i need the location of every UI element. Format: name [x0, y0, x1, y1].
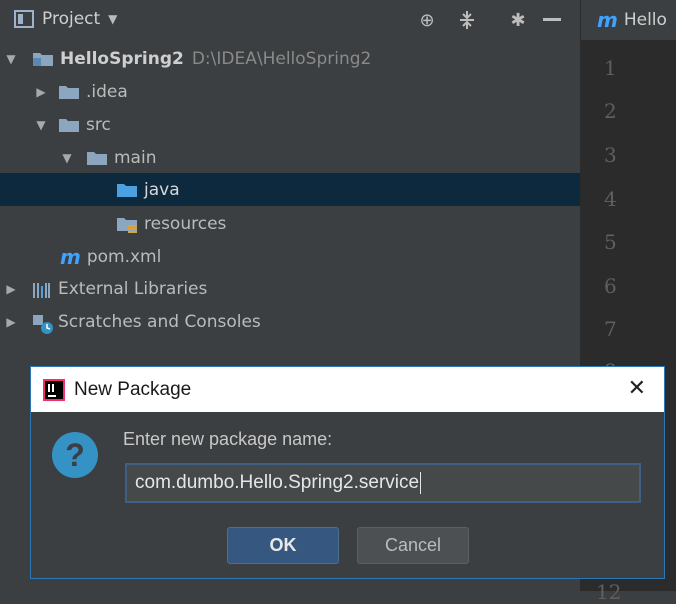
dialog-title-bar: New Package ✕: [31, 367, 664, 412]
tree-item-label: resources: [144, 213, 227, 234]
tree-item-label: src: [86, 114, 111, 135]
tree-item-label: main: [114, 147, 157, 168]
ok-button[interactable]: OK: [227, 527, 339, 564]
editor-tab-label: Hello: [623, 10, 667, 30]
gear-icon[interactable]: ✱: [507, 9, 529, 31]
line-number: 3: [604, 143, 617, 167]
tree-item-external-libraries[interactable]: ▶ External Libraries: [0, 272, 580, 305]
tree-item-label: java: [144, 179, 180, 200]
tree-item-src[interactable]: ▼ src: [0, 108, 580, 141]
question-icon: ?: [52, 432, 98, 478]
package-name-input[interactable]: com.dumbo.Hello.Spring2.service: [125, 463, 641, 503]
expand-arrow-icon[interactable]: ▼: [34, 118, 48, 132]
hide-icon[interactable]: [541, 9, 563, 31]
tree-item-label: External Libraries: [58, 278, 208, 299]
folder-icon: [58, 117, 80, 133]
line-number: 12: [596, 580, 622, 604]
chevron-down-icon[interactable]: ▼: [108, 12, 117, 26]
line-number: 1: [604, 56, 617, 80]
resources-folder-icon: [116, 216, 138, 233]
dialog-prompt: Enter new package name:: [123, 429, 333, 449]
cancel-button[interactable]: Cancel: [357, 527, 469, 564]
source-folder-icon: [116, 182, 138, 198]
tree-item-java[interactable]: java: [0, 173, 580, 206]
dialog-title: New Package: [74, 378, 192, 400]
close-icon[interactable]: ✕: [628, 376, 646, 401]
expand-arrow-icon[interactable]: ▶: [4, 282, 18, 296]
line-number: 7: [604, 317, 617, 341]
root-project-path: D:\IDEA\HelloSpring2: [191, 48, 372, 69]
tree-item-label: .idea: [86, 81, 128, 102]
library-icon: [32, 281, 52, 298]
project-view-selector[interactable]: Project ▼: [14, 9, 117, 29]
line-number: 4: [604, 187, 617, 211]
expand-arrow-icon[interactable]: ▶: [4, 315, 18, 329]
locate-icon[interactable]: ⊕: [416, 9, 438, 31]
project-title: Project: [42, 9, 101, 29]
folder-icon: [86, 150, 108, 166]
maven-icon: m: [597, 8, 618, 32]
intellij-logo-icon: [43, 378, 65, 401]
new-package-dialog: New Package ✕ ? Enter new package name: …: [30, 366, 665, 579]
project-window-icon: [14, 10, 34, 28]
root-project-name: HelloSpring2: [60, 48, 184, 69]
tree-item-root[interactable]: ▼ HelloSpring2 D:\IDEA\HelloSpring2: [0, 42, 580, 75]
tree-item-idea[interactable]: ▶ .idea: [0, 75, 580, 108]
project-toolbar: Project ▼ ⊕ ✱: [0, 0, 580, 40]
line-number: 5: [604, 230, 617, 254]
folder-icon: [58, 84, 80, 100]
maven-icon: m: [60, 244, 81, 269]
expand-arrow-icon[interactable]: ▶: [34, 85, 48, 99]
tree-item-label: Scratches and Consoles: [58, 311, 261, 332]
line-number: 6: [604, 274, 617, 298]
tree-item-pom[interactable]: m pom.xml: [0, 240, 580, 273]
tree-item-label: pom.xml: [86, 246, 162, 267]
collapse-icon[interactable]: [456, 9, 478, 31]
expand-arrow-icon[interactable]: ▼: [4, 52, 18, 66]
module-folder-icon: [32, 51, 54, 67]
package-name-value: com.dumbo.Hello.Spring2.service: [135, 472, 420, 493]
expand-arrow-icon[interactable]: ▼: [60, 151, 74, 165]
tree-item-main[interactable]: ▼ main: [0, 141, 580, 174]
tree-item-scratches[interactable]: ▶ Scratches and Consoles: [0, 305, 580, 338]
text-caret: [420, 472, 422, 494]
tree-item-resources[interactable]: resources: [0, 207, 580, 240]
editor-tab[interactable]: m Hello: [580, 0, 676, 40]
line-number: 2: [604, 99, 617, 123]
scratches-icon: [32, 314, 53, 334]
